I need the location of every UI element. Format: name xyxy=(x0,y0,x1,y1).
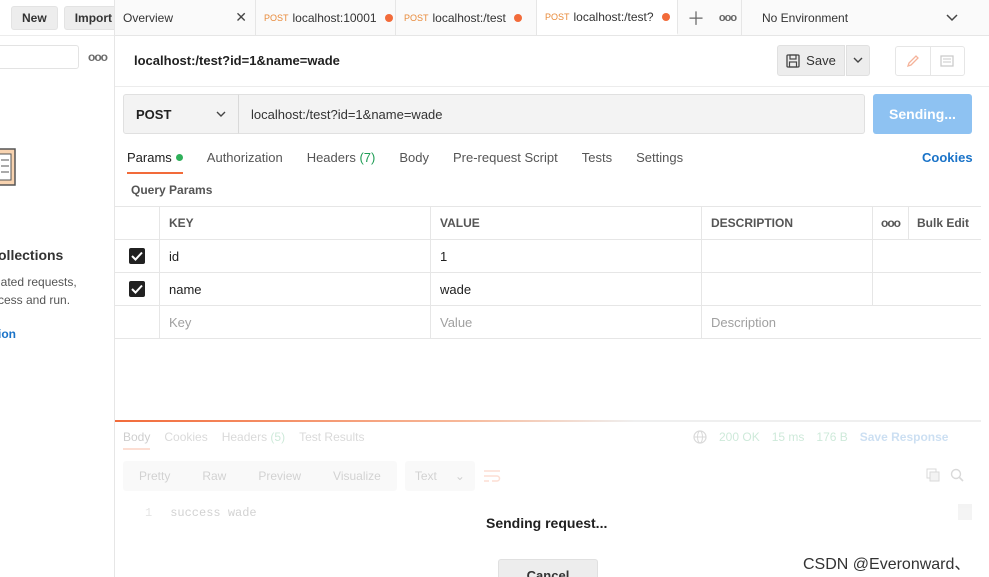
sidebar-more-icon[interactable]: ooo xyxy=(88,50,108,64)
sending-request-text: Sending request... xyxy=(486,515,608,531)
collections-illustration-icon xyxy=(0,146,18,188)
query-params-label: Query Params xyxy=(131,183,213,197)
param-key-cell[interactable]: name xyxy=(160,273,431,305)
save-options-button[interactable] xyxy=(846,45,870,76)
view-pretty[interactable]: Pretty xyxy=(123,461,186,491)
tab-settings[interactable]: Settings xyxy=(636,150,683,174)
create-collection-link[interactable]: ion xyxy=(0,327,16,341)
tab-params[interactable]: Params xyxy=(127,150,183,174)
table-header-row: KEY VALUE DESCRIPTION ooo Bulk Edit xyxy=(115,207,981,240)
new-value-input[interactable]: Value xyxy=(431,306,702,338)
view-preview[interactable]: Preview xyxy=(242,461,317,491)
new-button[interactable]: New xyxy=(11,5,58,30)
tab-response-headers[interactable]: Headers (5) xyxy=(222,430,285,450)
environment-select[interactable]: No Environment xyxy=(742,0,972,35)
response-body[interactable]: 1 success wade xyxy=(145,506,257,520)
checkbox-checked-icon[interactable] xyxy=(129,281,145,297)
sidebar-toolbar: New Import xyxy=(0,0,114,36)
tab-test-results[interactable]: Test Results xyxy=(299,430,364,450)
tab-response-body[interactable]: Body xyxy=(123,430,151,450)
cookies-link[interactable]: Cookies xyxy=(922,150,973,165)
column-key: KEY xyxy=(160,207,431,239)
tab-response-cookies[interactable]: Cookies xyxy=(164,430,207,450)
scrollbar-thumb[interactable] xyxy=(958,504,972,520)
request-title[interactable]: localhost:/test?id=1&name=wade xyxy=(134,53,340,68)
tab-request-1[interactable]: POST localhost:10001 xyxy=(256,0,396,35)
tab-overview[interactable]: Overview ✕ xyxy=(115,0,256,35)
save-response-button[interactable]: Save Response xyxy=(860,430,949,444)
url-input[interactable] xyxy=(238,94,865,134)
request-tabs-bar: Overview ✕ POST localhost:10001 POST loc… xyxy=(115,0,989,36)
tab-request-3[interactable]: POST localhost:/test? xyxy=(537,0,678,35)
save-button[interactable]: Save xyxy=(777,45,845,76)
response-meta: 200 OK 15 ms 176 B Save Response xyxy=(693,430,948,444)
chevron-down-icon xyxy=(853,57,863,63)
watermark: CSDN @Everonward、 xyxy=(803,556,971,573)
http-method-select[interactable]: POST xyxy=(123,94,239,134)
column-value: VALUE xyxy=(431,207,702,239)
table-row: name wade xyxy=(115,273,981,306)
table-row: id 1 xyxy=(115,240,981,273)
view-raw[interactable]: Raw xyxy=(186,461,242,491)
cancel-button[interactable]: Cancel xyxy=(498,559,598,577)
unsaved-dot-icon xyxy=(384,13,393,22)
status-code[interactable]: 200 OK xyxy=(719,430,760,444)
column-options-icon[interactable]: ooo xyxy=(873,207,909,239)
search-icon[interactable] xyxy=(950,468,964,482)
table-row-empty: Key Value Description xyxy=(115,306,981,339)
globe-icon xyxy=(693,430,707,444)
chevron-down-icon xyxy=(946,13,958,22)
bulk-edit-button[interactable]: Bulk Edit xyxy=(909,207,981,239)
query-params-table: KEY VALUE DESCRIPTION ooo Bulk Edit id 1… xyxy=(115,206,981,339)
wrap-lines-icon[interactable] xyxy=(483,469,501,483)
empty-collections-title: ollections xyxy=(0,247,64,263)
tab-request-2[interactable]: POST localhost:/test xyxy=(396,0,537,35)
chevron-down-icon xyxy=(216,111,226,118)
param-value-cell[interactable]: wade xyxy=(431,273,702,305)
tab-prerequest-script[interactable]: Pre-request Script xyxy=(453,150,558,174)
empty-collections-desc: lated requests, cess and run. xyxy=(0,275,77,307)
param-description-cell[interactable] xyxy=(702,240,873,272)
param-value-cell[interactable]: 1 xyxy=(431,240,702,272)
chevron-down-icon: ⌄ xyxy=(454,469,465,483)
send-button[interactable]: Sending... xyxy=(873,94,972,134)
add-tab-icon[interactable]: ＋ xyxy=(678,0,714,35)
new-description-input[interactable]: Description xyxy=(702,306,981,338)
divider xyxy=(115,86,989,87)
copy-icon[interactable] xyxy=(926,468,940,482)
save-icon xyxy=(786,53,800,68)
param-description-cell[interactable] xyxy=(702,273,873,305)
more-tabs-icon[interactable]: ooo xyxy=(714,0,742,35)
format-select[interactable]: Text ⌄ xyxy=(404,461,475,491)
edit-icon[interactable] xyxy=(896,47,930,75)
param-key-cell[interactable]: id xyxy=(160,240,431,272)
sidebar: New Import ooo ollections lated requests… xyxy=(0,0,115,577)
import-button[interactable]: Import xyxy=(63,5,114,30)
view-visualize[interactable]: Visualize xyxy=(317,461,397,491)
response-time[interactable]: 15 ms xyxy=(772,430,805,444)
unsaved-dot-icon xyxy=(661,12,670,21)
checkbox-checked-icon[interactable] xyxy=(129,248,145,264)
sidebar-search-input[interactable] xyxy=(0,45,79,69)
new-key-input[interactable]: Key xyxy=(160,306,431,338)
tab-authorization[interactable]: Authorization xyxy=(207,150,283,174)
tab-body[interactable]: Body xyxy=(399,150,429,174)
response-size[interactable]: 176 B xyxy=(816,430,847,444)
documentation-icon[interactable] xyxy=(929,47,965,75)
response-toolbar: Pretty Raw Preview Visualize Text ⌄ xyxy=(123,461,501,491)
response-tabs: Body Cookies Headers (5) Test Results xyxy=(123,430,364,450)
params-active-dot-icon xyxy=(175,154,183,161)
view-mode-segment: Pretty Raw Preview Visualize xyxy=(123,461,397,491)
close-icon[interactable]: ✕ xyxy=(235,9,247,26)
unsaved-dot-icon xyxy=(513,13,522,22)
column-description: DESCRIPTION xyxy=(702,207,873,239)
request-subtabs: Params Authorization Headers (7) Body Pr… xyxy=(127,150,683,174)
side-actions xyxy=(895,46,965,76)
tab-headers[interactable]: Headers (7) xyxy=(307,150,376,174)
tab-tests[interactable]: Tests xyxy=(582,150,612,174)
